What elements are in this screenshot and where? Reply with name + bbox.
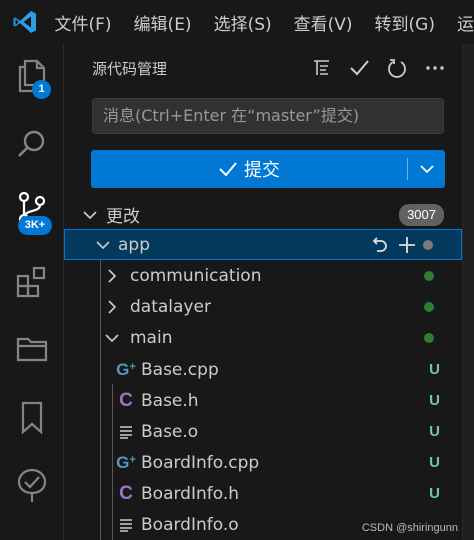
more-actions-button[interactable] xyxy=(420,54,450,82)
status-dot xyxy=(424,301,434,312)
chevron-right-icon xyxy=(108,268,117,283)
commit-check-button[interactable] xyxy=(344,54,374,82)
activity-explorer[interactable]: 1 xyxy=(0,46,64,106)
commit-message-input[interactable]: 消息(Ctrl+Enter 在“master”提交) xyxy=(92,98,444,134)
tree-row-file[interactable]: C BoardInfo.h U xyxy=(64,478,462,509)
watermark: CSDN @shiringunn xyxy=(361,522,458,534)
bookmark-icon xyxy=(21,401,43,435)
editor-edge xyxy=(462,44,474,540)
text-file-icon xyxy=(116,515,136,535)
c-header-icon: C xyxy=(119,389,133,411)
tree-row-file[interactable]: Base.o U xyxy=(64,416,462,447)
menu-file[interactable]: 文件(F) xyxy=(44,0,123,44)
tree-row-file[interactable]: G + Base.cpp U xyxy=(64,354,462,385)
activity-extensions[interactable] xyxy=(0,252,64,312)
scm-title: 源代码管理 xyxy=(92,59,168,78)
cpp-icon: G + xyxy=(116,452,136,472)
status-dot xyxy=(424,332,434,343)
activity-search[interactable] xyxy=(0,114,64,174)
tree-row-main[interactable]: main xyxy=(64,322,462,353)
activity-source-control[interactable]: 3K+ xyxy=(0,178,64,238)
file-name: BoardInfo.o xyxy=(141,514,239,535)
check-icon xyxy=(219,162,237,177)
folder-label-app: app xyxy=(118,234,150,255)
chevron-down-icon xyxy=(83,210,97,219)
tree-row-communication[interactable]: communication xyxy=(64,260,462,291)
search-icon xyxy=(18,130,45,157)
tree-row-file[interactable]: C Base.h U xyxy=(64,385,462,416)
file-name: Base.cpp xyxy=(141,359,219,380)
untracked-status: U xyxy=(429,361,440,378)
discard-icon[interactable] xyxy=(369,235,389,255)
file-name: BoardInfo.cpp xyxy=(141,452,260,473)
folder-label-main: main xyxy=(130,327,173,348)
activity-bar: 1 3K+ xyxy=(0,44,64,540)
tree-row-file[interactable]: G + BoardInfo.cpp U xyxy=(64,447,462,478)
scm-badge: 3K+ xyxy=(18,216,52,235)
menu-go[interactable]: 转到(G) xyxy=(364,0,446,44)
chevron-down-icon xyxy=(96,240,110,249)
file-name: Base.h xyxy=(141,390,199,411)
menu-edit[interactable]: 编辑(E) xyxy=(123,0,203,44)
chevron-down-icon xyxy=(419,165,434,174)
cpp-icon: G + xyxy=(116,359,136,379)
untracked-status: U xyxy=(429,485,440,502)
commit-dropdown-button[interactable] xyxy=(408,150,445,188)
view-as-tree-button[interactable] xyxy=(306,54,336,82)
status-dot xyxy=(424,270,434,281)
activity-folders[interactable] xyxy=(0,318,64,378)
status-dot xyxy=(423,239,433,250)
changes-group[interactable]: 更改 3007 xyxy=(64,199,462,230)
scm-sidebar: 源代码管理 消息(Ctrl+Enter 在“master”提交) 提交 更改 3… xyxy=(64,44,462,540)
c-header-icon: C xyxy=(119,482,133,504)
untracked-status: U xyxy=(429,392,440,409)
stage-plus-icon[interactable] xyxy=(397,235,417,255)
refresh-icon xyxy=(388,59,406,78)
file-name: BoardInfo.h xyxy=(141,483,240,504)
explorer-badge: 1 xyxy=(32,80,51,99)
list-tree-icon xyxy=(314,60,329,75)
tree-row-app[interactable]: app xyxy=(64,229,462,260)
vscode-logo-icon xyxy=(6,0,44,44)
commit-button-label: 提交 xyxy=(244,160,280,181)
chevron-down-icon xyxy=(105,333,119,342)
folder-icon xyxy=(16,337,48,362)
folder-label-communication: communication xyxy=(130,265,262,286)
chevron-right-icon xyxy=(108,299,117,314)
refresh-button[interactable] xyxy=(382,54,412,82)
tree-icon xyxy=(17,468,47,502)
menu-selection[interactable]: 选择(S) xyxy=(203,0,283,44)
changes-label: 更改 xyxy=(106,207,140,227)
scm-header: 源代码管理 xyxy=(64,44,462,92)
ellipsis-icon xyxy=(426,66,444,70)
menu-view[interactable]: 查看(V) xyxy=(283,0,364,44)
file-name: Base.o xyxy=(141,421,199,442)
activity-tree[interactable] xyxy=(0,456,64,516)
activity-bookmarks[interactable] xyxy=(0,388,64,448)
title-bar: 文件(F) 编辑(E) 选择(S) 查看(V) 转到(G) 运 xyxy=(0,0,474,44)
check-icon xyxy=(350,60,369,76)
untracked-status: U xyxy=(429,454,440,471)
menu-run[interactable]: 运 xyxy=(446,0,474,44)
extensions-icon xyxy=(16,266,46,298)
text-file-icon xyxy=(116,422,136,442)
untracked-status: U xyxy=(429,423,440,440)
folder-label-datalayer: datalayer xyxy=(130,296,211,317)
changes-count-badge: 3007 xyxy=(399,203,444,226)
commit-button[interactable]: 提交 xyxy=(91,150,445,188)
tree-row-datalayer[interactable]: datalayer xyxy=(64,291,462,322)
